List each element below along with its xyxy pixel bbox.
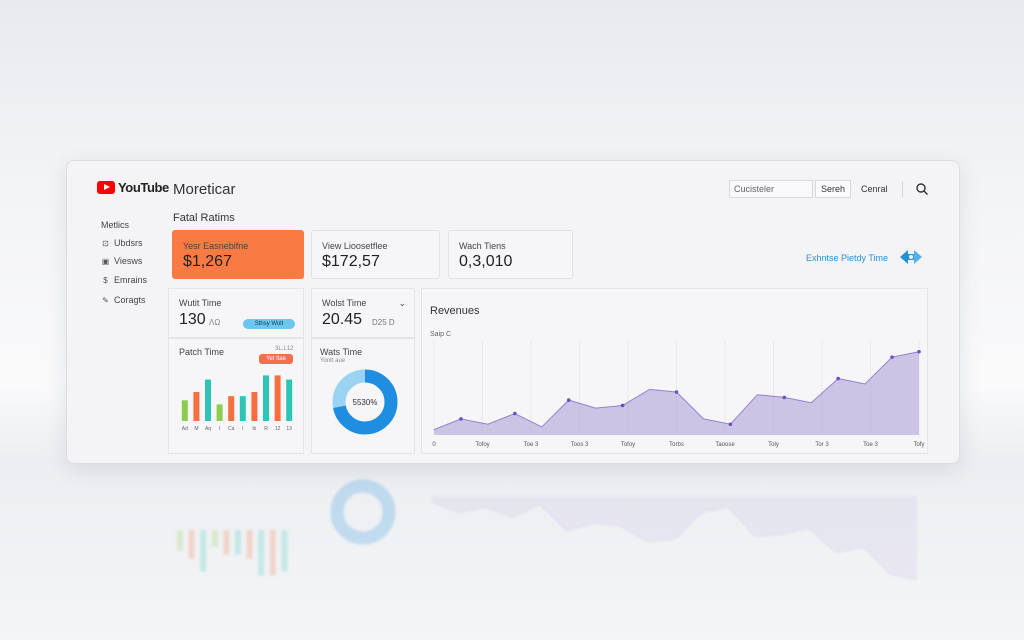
data-point[interactable] [674, 390, 679, 394]
x-tick-label: Tofoy [475, 442, 489, 448]
card-label: Wach Tiens [459, 241, 506, 251]
card-label: Wolst Time [322, 298, 367, 308]
app-title: Moreticar [173, 181, 236, 198]
data-point[interactable] [890, 355, 894, 359]
search-button[interactable]: Sereh [815, 180, 851, 198]
world-time-mini-card[interactable]: Wolst Time ⌄ 20.45 D25 D [311, 288, 415, 338]
data-point[interactable] [836, 376, 840, 381]
sidebar-item-label: Ubdsrs [114, 238, 143, 248]
card-subvalue: D25 D [372, 318, 395, 327]
bar[interactable] [216, 404, 223, 421]
x-tick-label: Toly [768, 442, 779, 448]
x-tick-label: I [242, 426, 243, 432]
dashboard-window: YouTube Moreticar Cucisteler Sereh Cenra… [66, 160, 960, 464]
sidebar-item-ubdsrs[interactable]: ⊡ Ubdsrs [101, 238, 143, 248]
x-tick-label: Toos 3 [571, 442, 589, 448]
data-point[interactable] [782, 395, 787, 400]
x-tick-label: Tofy [913, 442, 924, 448]
card-value: $1,267 [183, 253, 232, 270]
donut-center-label: 5530% [353, 398, 378, 407]
card-label: Yesr Easnebifne [183, 241, 249, 251]
sidebar-item-viesws[interactable]: ▣ Viesws [101, 256, 143, 266]
card-value: 0,3,010 [459, 253, 513, 270]
video-icon: ▣ [101, 256, 110, 266]
data-point[interactable] [513, 411, 517, 416]
youtube-logo[interactable]: YouTube [97, 180, 169, 195]
search-input[interactable]: Cucisteler [729, 180, 813, 198]
bar[interactable] [193, 392, 200, 421]
bar[interactable] [251, 392, 258, 421]
sidebar-item-emrains[interactable]: $ Emrains [101, 275, 147, 285]
x-tick-label: 0 [432, 442, 436, 448]
x-tick-label: R [264, 426, 268, 432]
x-tick-label: M [194, 426, 198, 432]
bar[interactable] [263, 375, 269, 421]
card-subvalue: ΛΩ [209, 318, 221, 327]
bar[interactable] [239, 396, 246, 421]
section-title: Fatal Ratims [173, 212, 235, 224]
sidebar-item-coragts[interactable]: ✎ Coragts [101, 295, 146, 305]
earnings-icon: $ [103, 275, 108, 285]
x-tick-label: Torbs [669, 442, 684, 448]
chevron-down-icon[interactable]: ⌄ [398, 298, 406, 309]
pencil-icon: ✎ [102, 295, 109, 305]
explore-link[interactable]: Exhntse Pietdy Time [806, 253, 888, 263]
x-tick-label: Toe 3 [863, 442, 878, 448]
donut-chart: 5530% [332, 369, 398, 435]
bar[interactable] [286, 379, 293, 421]
status-pill[interactable]: Sthsy Wolt [243, 319, 295, 329]
data-point[interactable] [459, 417, 463, 421]
x-tick-label: Tofoy [621, 442, 635, 448]
cancel-button[interactable]: Cenral [861, 180, 888, 198]
bar-chart: Ad M Aq I Ca Ibi R 12 13 [181, 375, 293, 432]
x-tick-label: Ad [182, 426, 188, 432]
card-value: 130 [179, 311, 206, 328]
data-point[interactable] [566, 398, 571, 402]
card-value: 20.45 [322, 311, 363, 328]
earnings-card[interactable]: Yesr Easnebifne $1,267 [172, 230, 304, 279]
bar[interactable] [274, 375, 281, 421]
data-point[interactable] [728, 422, 733, 427]
x-tick-label: 12 [275, 426, 281, 432]
watch-time-mini-card[interactable]: Wutit Time 130 ΛΩ Sthsy Wolt [168, 288, 304, 338]
bar[interactable] [205, 379, 211, 421]
x-tick-label: I [219, 426, 220, 432]
x-tick-label: bi [252, 426, 256, 432]
bar[interactable] [228, 396, 235, 421]
watch-time-card[interactable]: Wach Tiens 0,3,010 [448, 230, 573, 279]
sidebar-item-label: Emrains [114, 275, 148, 285]
x-tick-label: Taoose [715, 442, 735, 448]
floor-reflection [66, 470, 958, 630]
x-tick-label: Toe 3 [524, 442, 539, 448]
grid-icon: ⊡ [102, 238, 109, 248]
search-icon[interactable] [915, 182, 929, 196]
area-fill [432, 496, 917, 580]
sidebar-item-label: Viesws [114, 256, 143, 266]
data-point[interactable] [620, 403, 625, 408]
card-label: View Lioosetflee [322, 241, 388, 251]
logo-text: YouTube [118, 180, 169, 195]
x-tick-label: Aq [205, 426, 211, 432]
sidebar-title: Metlics [101, 220, 130, 230]
bar[interactable] [181, 400, 188, 421]
card-label: Wutit Time [179, 298, 222, 308]
card-value: $172,57 [322, 253, 380, 270]
data-point[interactable] [917, 349, 921, 354]
x-tick-label: 13 [286, 426, 292, 432]
donut-chart-panel: Wats Time Yontt aue 5530% [311, 338, 415, 454]
header-divider [902, 181, 903, 197]
swap-arrows-icon[interactable] [896, 247, 926, 267]
revenue-chart-panel: Revenues Saip C 0 Tofoy Toe 3 Toos 3 Tofoy To… [421, 288, 928, 454]
area-chart: 0 Tofoy Toe 3 Toos 3 Tofoy Torbs Taoose Toly Tor… [432, 341, 925, 448]
youtube-play-icon [97, 181, 115, 194]
sidebar-item-label: Coragts [114, 295, 146, 305]
bar-chart-panel: Patch Time 3L,L12 Yet ltae Ad M Aq I Ca Ibi R 1… [168, 338, 304, 454]
x-tick-label: Ca [228, 426, 235, 432]
x-tick-label: Tor 3 [815, 442, 829, 448]
views-card[interactable]: View Lioosetflee $172,57 [311, 230, 440, 279]
